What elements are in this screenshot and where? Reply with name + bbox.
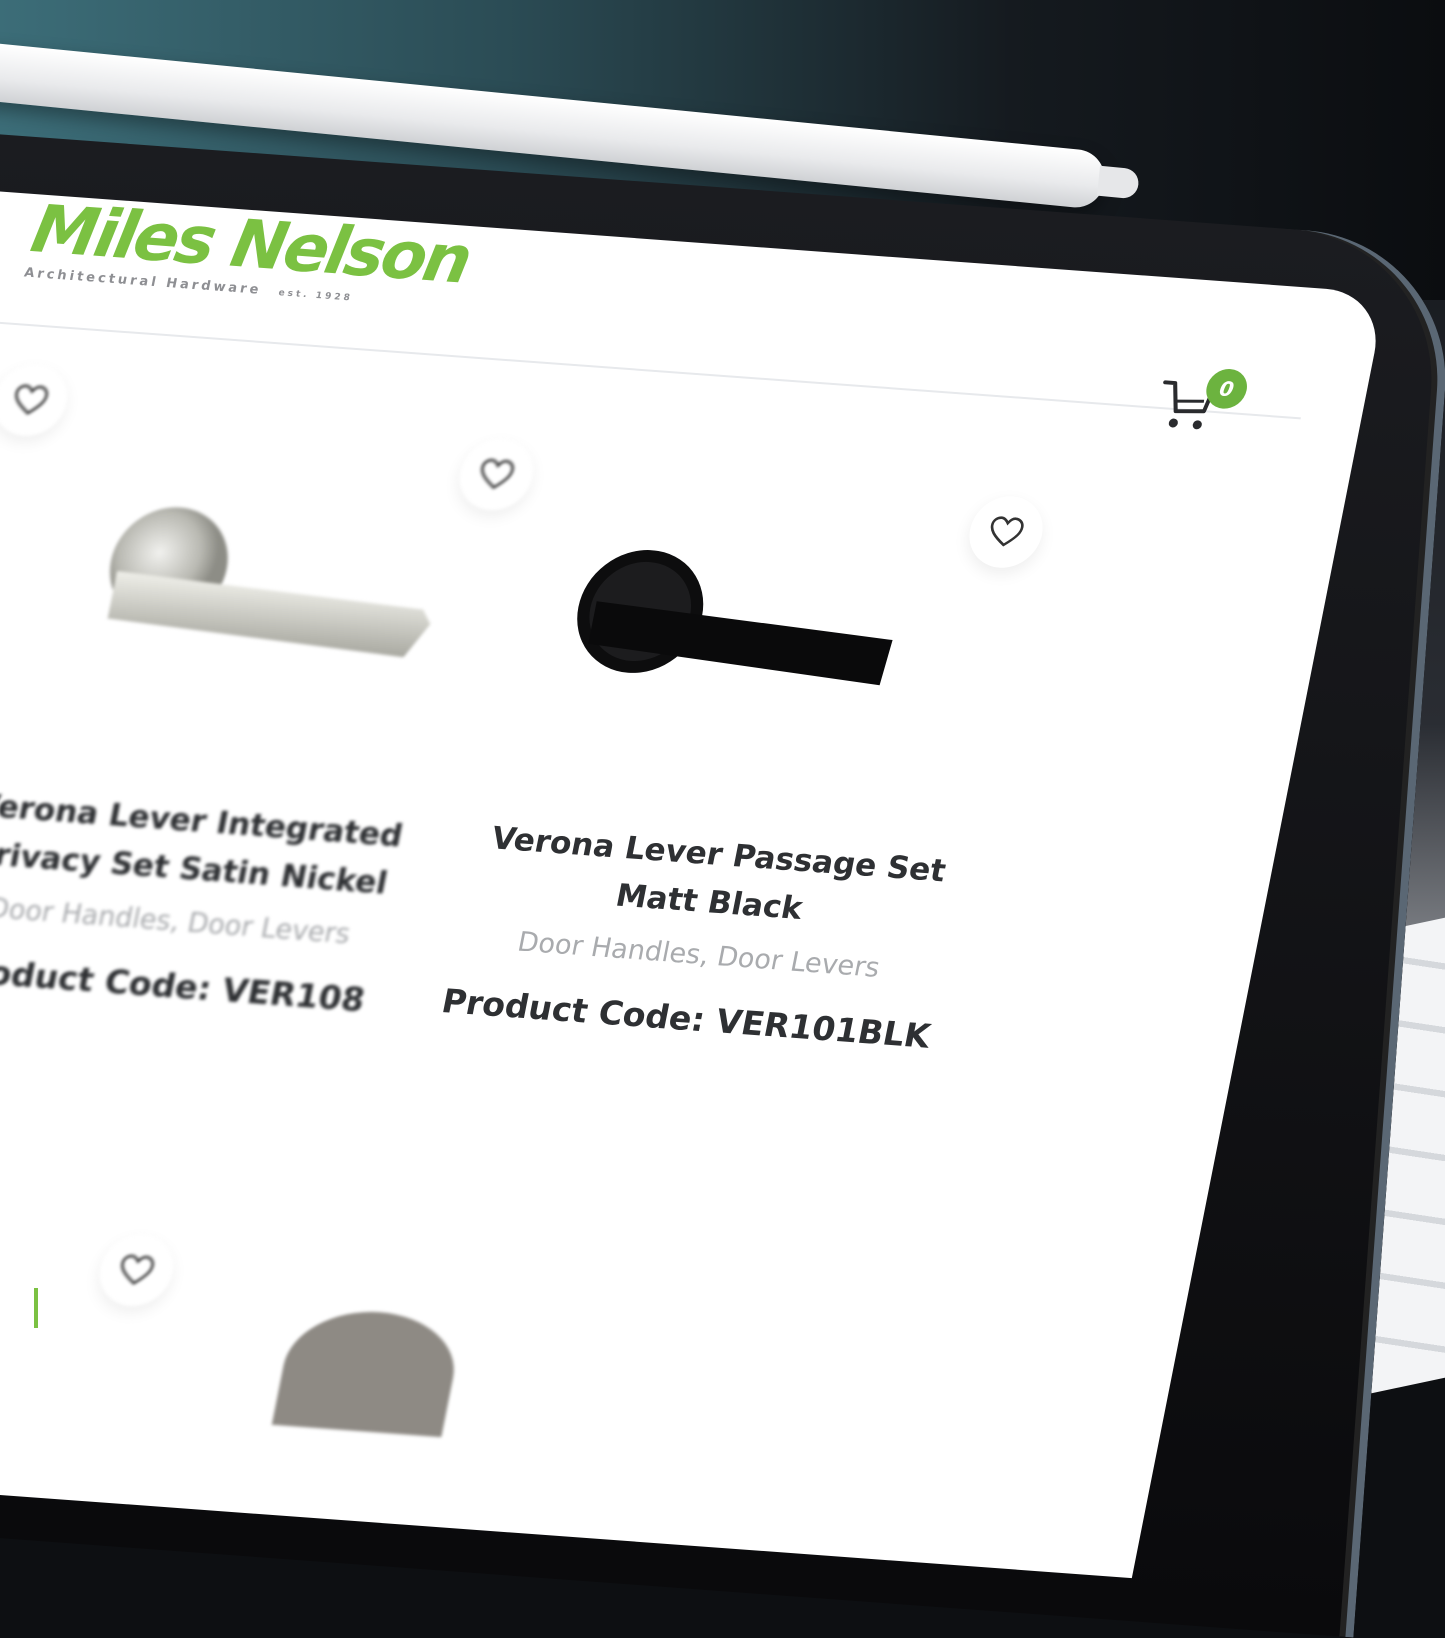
heart-icon	[481, 458, 514, 490]
heart-icon	[990, 516, 1024, 547]
product-code: Product Code: VER101BLK	[438, 981, 934, 1056]
page-number: 38	[34, 1288, 79, 1328]
product-title[interactable]: Verona Lever Passage Set Matt Black	[445, 812, 982, 945]
brand-since: est. 1928	[277, 288, 354, 304]
heart-icon	[15, 384, 49, 415]
product-image-partial	[271, 1306, 465, 1438]
heart-icon	[121, 1254, 155, 1285]
product-image-matt-black-lever[interactable]	[546, 545, 936, 729]
product-code: Product Code: VER108	[0, 950, 369, 1020]
wishlist-button[interactable]	[963, 493, 1049, 571]
wishlist-button[interactable]	[0, 362, 74, 439]
product-title[interactable]: Verona Lever Integrated Privacy Set Sati…	[0, 778, 453, 911]
wishlist-button[interactable]	[93, 1232, 180, 1309]
product-image-satin-nickel-lever[interactable]	[76, 500, 470, 704]
cart-button[interactable]: 0	[1149, 367, 1251, 447]
